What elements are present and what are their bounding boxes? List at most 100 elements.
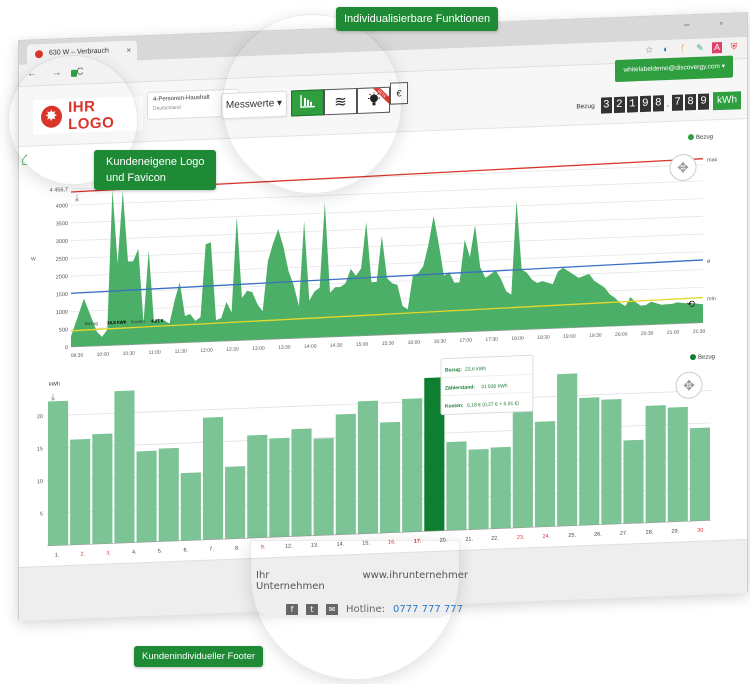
waves-icon: ≋ [334, 93, 347, 111]
category-label: 4. [132, 549, 137, 555]
extension-icon-orange[interactable]: ᚴ [678, 43, 688, 54]
bar-6 [158, 447, 179, 542]
view-button-group: ≋ BETA € [291, 82, 408, 117]
hotline-number-link[interactable]: 0777 777 777 [393, 604, 463, 615]
email-icon[interactable]: ✉ [326, 604, 338, 615]
category-label: 26. [594, 532, 602, 538]
bar-28 [645, 405, 666, 523]
category-label: 15. [362, 540, 370, 546]
bar-30 [689, 427, 710, 522]
meter-digit: 1 [626, 96, 638, 113]
extension-icon-blue[interactable]: ◐ [661, 44, 671, 55]
category-label: 25. [568, 533, 576, 539]
navigation-buttons[interactable]: ← → C [27, 66, 90, 79]
x-tick-label: 18:00 [511, 336, 524, 342]
browser-window: 630 W – Verbrauch × – ▫ ← → C ☆ ◐ ᚴ ✎ A … [18, 11, 748, 621]
summary-kosten-label: Kosten [131, 319, 146, 325]
daily-chart-svg[interactable]: Bezug kWh ⤓ 5 10 15 20 1. 2. 3. 4. 5. 6. 7. 8. 9. 12. 13.… [27, 343, 741, 566]
y-tick-label: 2000 [56, 274, 68, 280]
meter-digit: 7 [672, 94, 683, 111]
meter-digit: 3 [600, 97, 612, 114]
y-tick-label: 15 [37, 447, 43, 453]
bar-24 [557, 373, 578, 527]
tooltip-bezug-label: Bezug: [445, 367, 462, 374]
bar-26 [601, 399, 622, 525]
category-label: 7. [209, 546, 214, 552]
category-label: 28. [646, 530, 654, 536]
grid-line [71, 251, 703, 277]
category-label: 30. [697, 528, 705, 534]
category-label: 12. [285, 543, 293, 549]
x-tick-label: 10:30 [123, 350, 136, 356]
category-label: 29. [671, 529, 679, 535]
reference-label-max: max [707, 157, 718, 163]
extension-icons: ☆ ◐ ᚴ ✎ A ⛨ [644, 41, 739, 56]
disaggregation-view-button[interactable]: BETA [357, 86, 390, 114]
bar-27 [623, 439, 644, 524]
legend-label: Bezug [696, 134, 713, 141]
view-select-dropdown[interactable]: Messwerte ▾ [221, 90, 287, 120]
meter-unit: kWh [713, 91, 741, 111]
bar-19 [446, 441, 467, 531]
category-label: 6. [184, 547, 189, 553]
company-logo[interactable]: IHR LOGO [33, 96, 143, 135]
extension-icon-dropper[interactable]: ✎ [695, 43, 705, 54]
zoom-reset-icon: ⟲ [687, 299, 696, 310]
bar-9 [225, 466, 246, 540]
callout-logo-line1: Kundeneigene Logo [106, 156, 205, 168]
y-tick-label: 3000 [56, 239, 68, 245]
category-label: 9. [261, 544, 266, 550]
category-label: 27. [620, 531, 628, 537]
bar-12 [291, 428, 312, 537]
window-controls[interactable]: – ▫ [684, 17, 737, 29]
x-tick-label: 18:30 [537, 335, 550, 341]
bar-chart-view-button[interactable] [291, 89, 324, 117]
star-icon[interactable]: ☆ [644, 45, 654, 56]
y-tick-label: 4000 [56, 203, 68, 209]
y-tick-label: 5 [40, 512, 43, 518]
extension-icon-shield[interactable]: ⛨ [729, 41, 739, 52]
x-tick-label: 14:00 [304, 344, 317, 350]
category-label: 13. [311, 542, 319, 548]
bar-23 [534, 421, 556, 528]
meter-label: Bezug [576, 102, 595, 111]
tooltip-zaehler-label: Zählerstand: [445, 384, 475, 391]
x-tick-label: 11:30 [175, 349, 187, 355]
pan-control-icon: ✥ [677, 159, 689, 175]
category-label: 22. [491, 536, 499, 542]
meter-digit: 9 [639, 95, 651, 113]
lock-icon [71, 69, 77, 77]
tab-close-icon[interactable]: × [126, 41, 131, 61]
extension-icon-pdf[interactable]: A [712, 41, 722, 54]
meter-reading: Bezug 3 2 1 9 8 , 7 8 9 kWh [576, 91, 741, 115]
hotline-label: Hotline: [346, 604, 385, 615]
callout-logo-line2: und Favicon [106, 172, 166, 184]
meter-digit: 8 [685, 93, 696, 111]
bar-1 [48, 400, 69, 546]
twitter-icon[interactable]: t [306, 604, 318, 615]
costs-view-button[interactable]: € [390, 82, 408, 105]
x-tick-label: 17:30 [485, 337, 498, 343]
x-tick-label: 15:30 [382, 341, 395, 347]
x-tick-label: 16:00 [408, 340, 421, 346]
daily-bar-chart: Bezug kWh ⤓ 5 10 15 20 1. 2. 3. 4. 5. 6. 7. 8. 9. 12. 13.… [27, 343, 741, 567]
legend-marker [688, 134, 694, 141]
category-label: 23. [517, 535, 525, 541]
tooltip-kosten-label: Kosten: [445, 403, 464, 410]
y-axis-label: W [31, 256, 36, 262]
x-tick-label: 21:00 [667, 330, 680, 336]
y-tick-label: 2500 [56, 256, 68, 262]
y-tick-label: 20 [37, 414, 43, 420]
category-label: 3. [106, 550, 111, 556]
bar-chart-icon [299, 94, 316, 113]
facebook-icon[interactable]: f [286, 604, 298, 615]
footer-website-link[interactable]: www.ihrunternehmer [362, 570, 468, 592]
bar-2 [70, 438, 91, 545]
summary-kosten-value: 4,21 € [151, 318, 164, 323]
category-label: 17. [414, 538, 422, 544]
category-label: 24. [543, 534, 551, 540]
bar-17 [402, 398, 423, 533]
x-tick-label: 19:00 [563, 334, 576, 340]
waves-view-button[interactable]: ≋ [324, 87, 357, 116]
user-menu-button[interactable]: whitelabeldemo@discovergy.com ▾ [615, 55, 733, 83]
